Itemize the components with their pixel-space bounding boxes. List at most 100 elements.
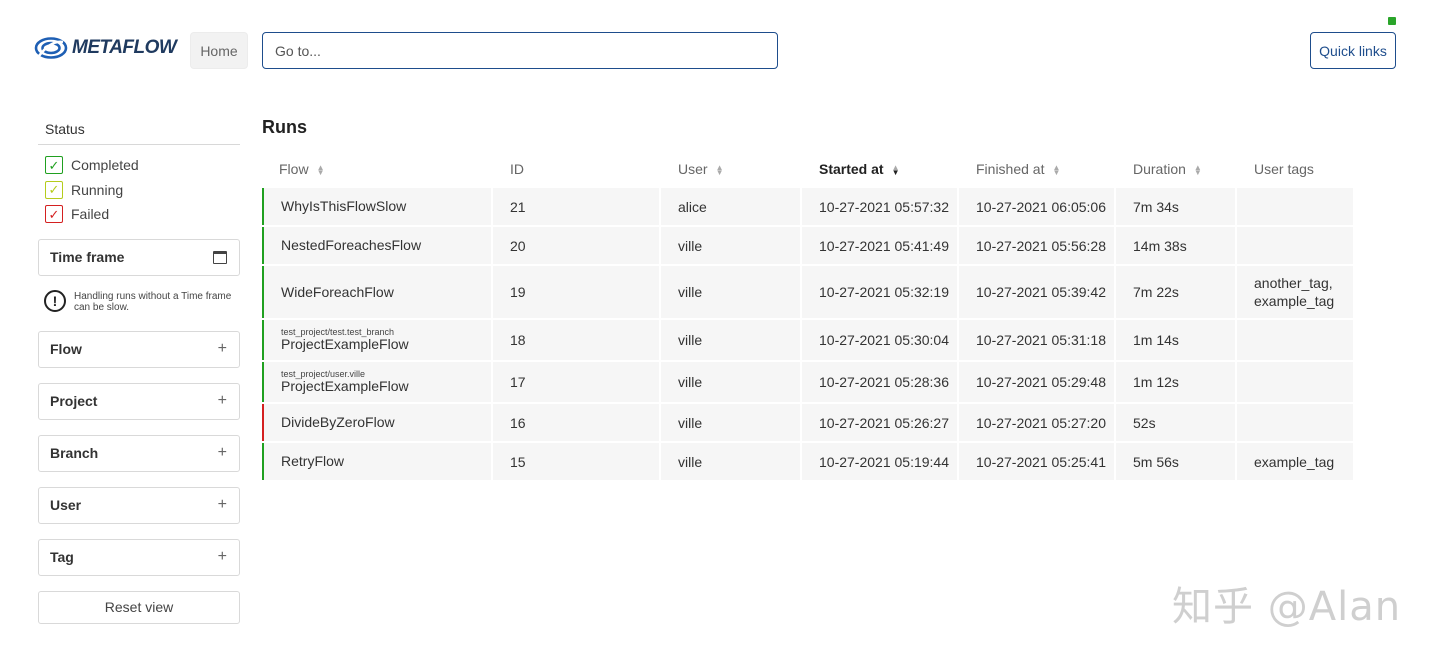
cell-duration: 7m 34s: [1116, 188, 1235, 225]
cell-user: alice: [661, 188, 800, 225]
sort-icon[interactable]: ▲ ▼: [716, 164, 724, 177]
checkbox-failed-check-icon[interactable]: ✓: [45, 205, 63, 224]
status-filter-running[interactable]: ✓ Running: [38, 178, 240, 203]
cell-duration: 1m 12s: [1116, 362, 1235, 402]
status-filter-completed[interactable]: ✓ Completed: [38, 153, 240, 178]
cell-flow[interactable]: WideForeachFlow: [262, 266, 491, 318]
cell-started-at: 10-27-2021 05:26:27: [802, 404, 957, 441]
cell-user: ville: [661, 443, 800, 480]
cell-duration: 14m 38s: [1116, 227, 1235, 264]
table-row[interactable]: test_project/user.ville ProjectExampleFl…: [262, 362, 1353, 402]
column-header-flow[interactable]: Flow ▲ ▼: [262, 152, 491, 186]
checkbox-running-check-icon[interactable]: ✓: [45, 180, 63, 199]
cell-user: ville: [661, 227, 800, 264]
table-row[interactable]: RetryFlow 15 ville 10-27-2021 05:19:44 1…: [262, 443, 1353, 480]
column-header-id[interactable]: ID: [493, 152, 659, 186]
flow-name: NestedForeachesFlow: [281, 237, 422, 253]
table-header-row: Flow ▲ ▼ ID User ▲ ▼ Started at ▲ ▼ Finished a…: [262, 152, 1353, 186]
time-frame-warning: ! Handling runs without a Time frame can…: [44, 289, 240, 313]
cell-flow[interactable]: WhyIsThisFlowSlow: [262, 188, 491, 225]
tag-filter-label: Tag: [50, 549, 74, 565]
cell-started-at: 10-27-2021 05:57:32: [802, 188, 957, 225]
page-title: Runs: [262, 117, 307, 137]
sort-icon[interactable]: ▲ ▼: [1052, 164, 1060, 177]
cell-id: 21: [493, 188, 659, 225]
cell-user: ville: [661, 320, 800, 360]
status-label-failed: Failed: [71, 206, 110, 223]
user-filter[interactable]: User +: [38, 486, 240, 524]
time-frame-filter[interactable]: Time frame: [38, 238, 240, 276]
sort-icon[interactable]: ▲ ▼: [317, 164, 325, 177]
user-filter-label: User: [50, 497, 82, 513]
cell-flow[interactable]: NestedForeachesFlow: [262, 227, 491, 264]
cell-user: ville: [661, 404, 800, 441]
metaflow-logo-icon: [34, 37, 68, 59]
column-header-label: Started at: [819, 161, 884, 177]
watermark: 知乎 @Alan: [1172, 584, 1402, 630]
column-header-label: Flow: [279, 161, 309, 177]
cell-user-tags: [1237, 404, 1353, 441]
cell-flow[interactable]: RetryFlow: [262, 443, 491, 480]
checkbox-completed-check-icon[interactable]: ✓: [45, 156, 63, 175]
branch-filter[interactable]: Branch +: [38, 434, 240, 472]
runs-table: Flow ▲ ▼ ID User ▲ ▼ Started at ▲ ▼ Finished a…: [260, 150, 1355, 482]
cell-duration: 52s: [1116, 404, 1235, 441]
flow-filter[interactable]: Flow +: [38, 330, 240, 368]
status-label-running: Running: [71, 181, 124, 198]
table-row[interactable]: test_project/test.test_branch ProjectExa…: [262, 320, 1353, 360]
cell-started-at: 10-27-2021 05:28:36: [802, 362, 957, 402]
cell-id: 17: [493, 362, 659, 402]
table-row[interactable]: DivideByZeroFlow 16 ville 10-27-2021 05:…: [262, 404, 1353, 441]
column-header-label: Finished at: [976, 161, 1045, 177]
cell-user: ville: [661, 362, 800, 402]
calendar-icon[interactable]: [213, 250, 227, 264]
tag-filter[interactable]: Tag +: [38, 538, 240, 576]
cell-flow[interactable]: test_project/user.ville ProjectExampleFl…: [262, 362, 491, 402]
cell-id: 16: [493, 404, 659, 441]
cell-finished-at: 10-27-2021 05:29:48: [959, 362, 1114, 402]
flow-name: ProjectExampleFlow: [281, 336, 409, 352]
status-list: ✓ Completed ✓ Running ✓ Failed: [38, 145, 240, 227]
table-row[interactable]: NestedForeachesFlow 20 ville 10-27-2021 …: [262, 227, 1353, 264]
cell-flow[interactable]: DivideByZeroFlow: [262, 404, 491, 441]
cell-user-tags: [1237, 227, 1353, 264]
column-header-label: User tags: [1254, 161, 1314, 177]
plus-icon[interactable]: +: [218, 340, 227, 358]
reset-view-button[interactable]: Reset view: [38, 590, 240, 624]
cell-duration: 1m 14s: [1116, 320, 1235, 360]
time-frame-warning-text: Handling runs without a Time frame can b…: [74, 290, 232, 313]
cell-flow[interactable]: test_project/test.test_branch ProjectExa…: [262, 320, 491, 360]
goto-search-input[interactable]: [262, 32, 778, 69]
table-row[interactable]: WideForeachFlow 19 ville 10-27-2021 05:3…: [262, 266, 1353, 318]
column-header-user[interactable]: User ▲ ▼: [661, 152, 800, 186]
metaflow-logo[interactable]: METAFLOW: [34, 36, 177, 60]
branch-filter-label: Branch: [50, 445, 99, 461]
home-button[interactable]: Home: [190, 32, 248, 69]
status-section-title: Status: [38, 115, 240, 145]
cell-duration: 5m 56s: [1116, 443, 1235, 480]
plus-icon[interactable]: +: [218, 548, 227, 566]
cell-id: 15: [493, 443, 659, 480]
column-header-duration[interactable]: Duration ▲ ▼: [1116, 152, 1235, 186]
project-filter[interactable]: Project +: [38, 382, 240, 420]
column-header-finished-at[interactable]: Finished at ▲ ▼: [959, 152, 1114, 186]
cell-user-tags: example_tag: [1237, 443, 1353, 480]
cell-id: 18: [493, 320, 659, 360]
column-header-user-tags[interactable]: User tags: [1237, 152, 1353, 186]
plus-icon[interactable]: +: [218, 392, 227, 410]
flow-name: WhyIsThisFlowSlow: [281, 198, 407, 214]
quick-links-button[interactable]: Quick links: [1310, 32, 1396, 69]
column-header-started-at[interactable]: Started at ▲ ▼: [802, 152, 957, 186]
status-filter-failed[interactable]: ✓ Failed: [38, 202, 240, 227]
time-frame-label: Time frame: [50, 249, 125, 265]
plus-icon[interactable]: +: [218, 496, 227, 514]
sort-descending-icon[interactable]: ▲ ▼: [892, 164, 900, 177]
plus-icon[interactable]: +: [218, 444, 227, 462]
cell-finished-at: 10-27-2021 05:56:28: [959, 227, 1114, 264]
sort-icon[interactable]: ▲ ▼: [1194, 164, 1202, 177]
cell-started-at: 10-27-2021 05:32:19: [802, 266, 957, 318]
cell-finished-at: 10-27-2021 05:27:20: [959, 404, 1114, 441]
table-row[interactable]: WhyIsThisFlowSlow 21 alice 10-27-2021 05…: [262, 188, 1353, 225]
cell-id: 20: [493, 227, 659, 264]
column-header-label: User: [678, 161, 708, 177]
